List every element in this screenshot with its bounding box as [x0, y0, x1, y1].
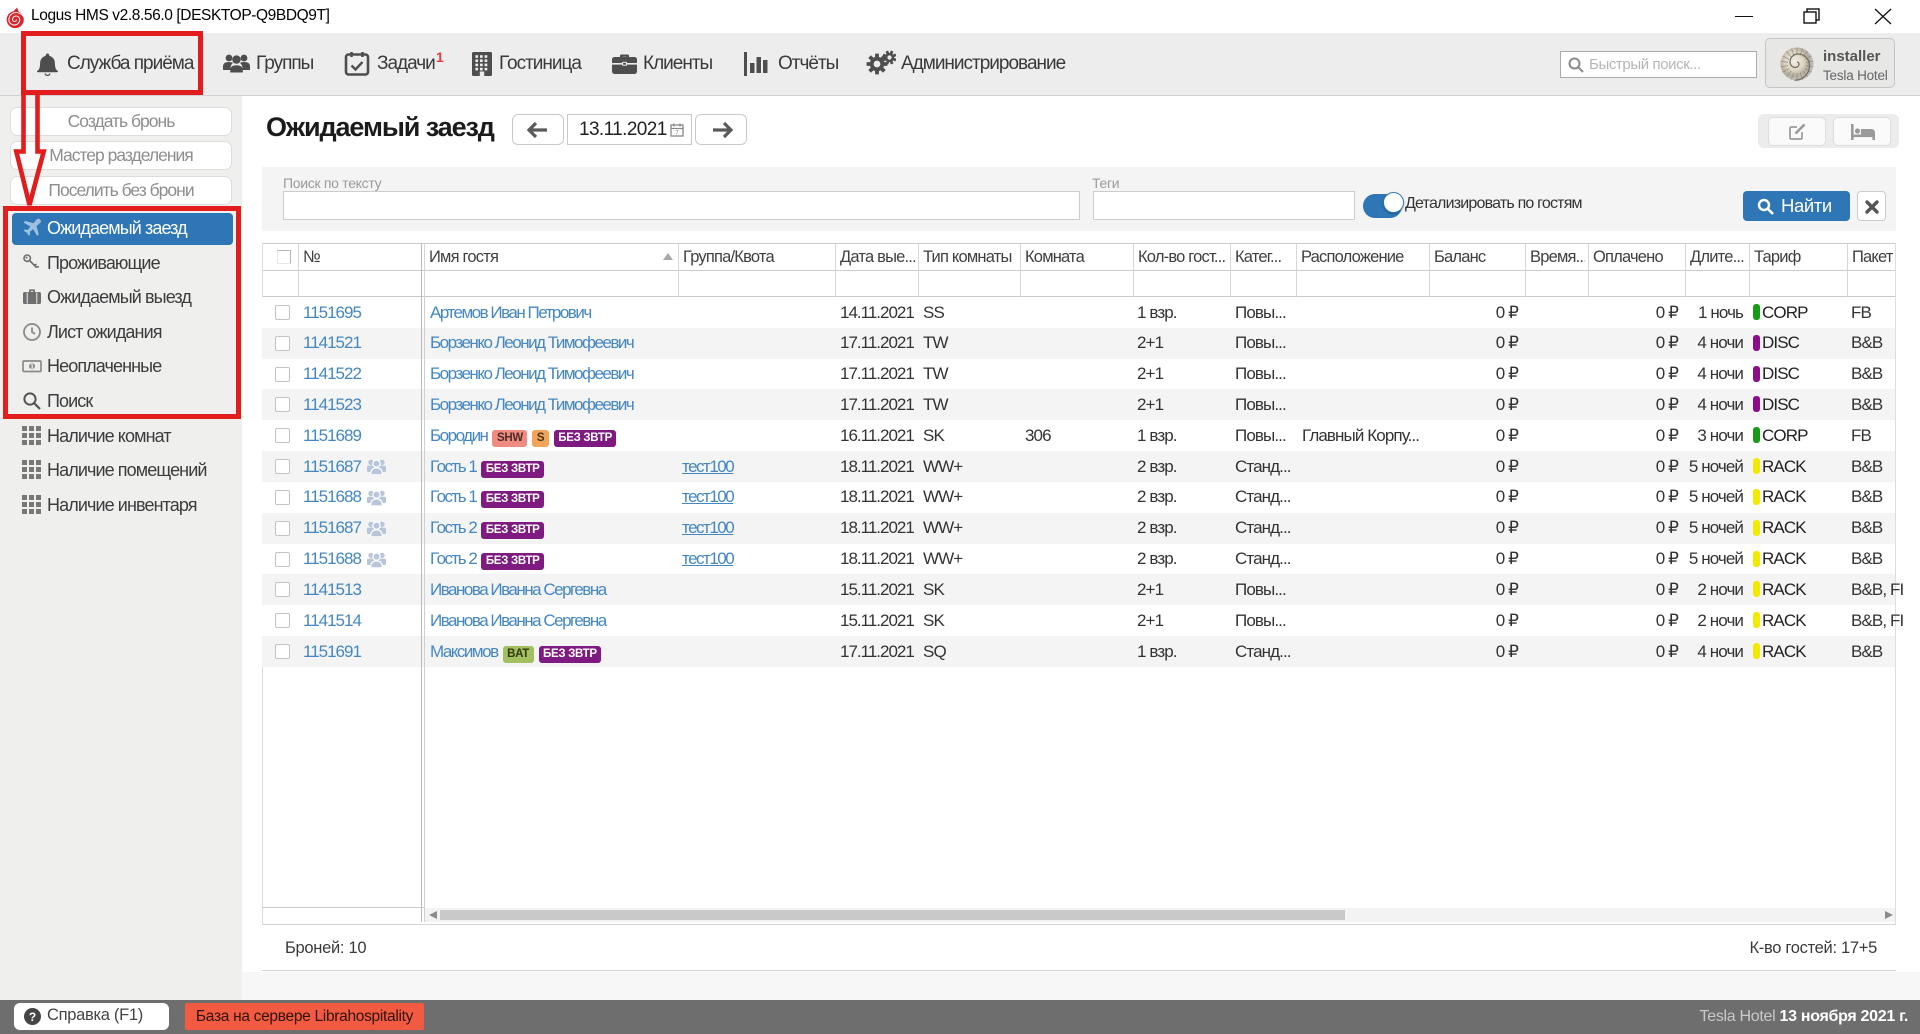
svg-text:?: ?: [29, 1010, 36, 1024]
